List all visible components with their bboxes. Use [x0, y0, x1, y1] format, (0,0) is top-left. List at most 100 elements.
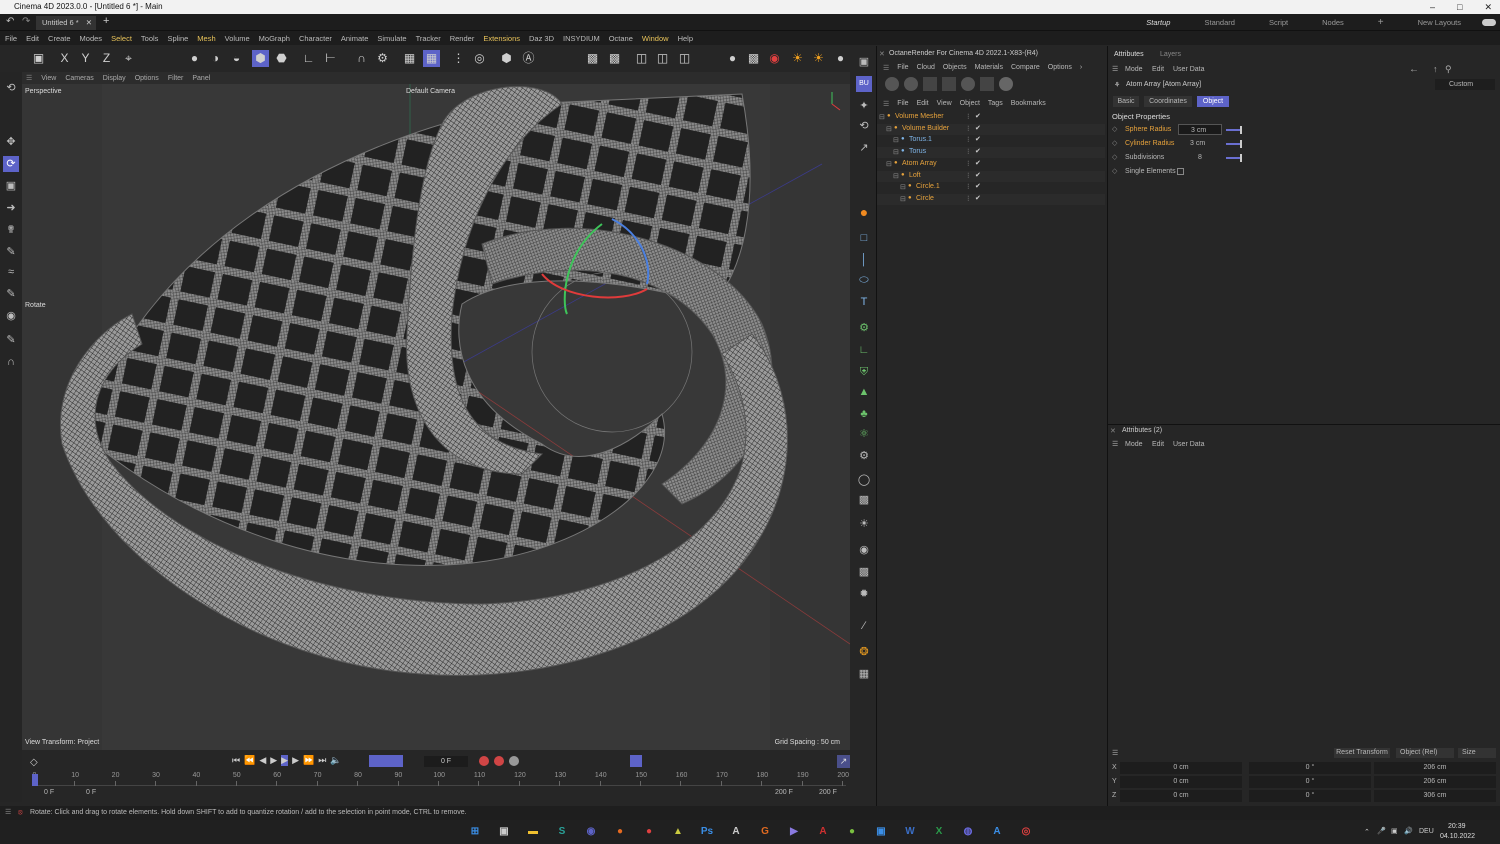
octane-hamburger-icon[interactable]: ☰: [883, 64, 889, 72]
hair-icon[interactable]: ❂: [856, 644, 872, 660]
bu-icon[interactable]: BU: [856, 76, 872, 92]
excel-icon[interactable]: X: [930, 824, 948, 840]
target-icon[interactable]: ◎: [471, 50, 488, 67]
spline-pen-icon[interactable]: ✎: [3, 244, 19, 260]
visibility-dots-icon[interactable]: ⁝: [967, 135, 970, 144]
clock-date[interactable]: 04.10.2022: [1440, 833, 1475, 840]
previous-key-icon[interactable]: ⏪: [244, 755, 255, 766]
discord-icon[interactable]: ◍: [959, 824, 977, 840]
object-row[interactable]: ⊟ ● Torus.1 ⁝ ✔: [877, 135, 1105, 146]
coords-hamburger-icon[interactable]: ☰: [1112, 749, 1118, 757]
slider-handle[interactable]: [1240, 154, 1242, 162]
magnet-tool-icon[interactable]: ∩: [3, 354, 19, 370]
app2-icon[interactable]: A: [727, 824, 745, 840]
chrome-icon[interactable]: ●: [640, 824, 658, 840]
visibility-dots-icon[interactable]: ⁝: [967, 171, 970, 180]
sun2-icon[interactable]: ☀: [810, 50, 827, 67]
coord-rotation-field[interactable]: 0 °: [1249, 776, 1371, 788]
octane-menu-objects[interactable]: Objects: [943, 64, 967, 72]
attr2-menu-userdata[interactable]: User Data: [1173, 441, 1205, 448]
play-forward-icon[interactable]: ▶: [281, 755, 289, 766]
light-icon[interactable]: ☀: [856, 516, 872, 532]
a-icon[interactable]: Ⓐ: [520, 50, 537, 67]
tab-layers[interactable]: Layers: [1160, 51, 1181, 58]
live-selection-icon[interactable]: ⟲: [3, 80, 19, 96]
xpresso-icon[interactable]: ✦: [856, 98, 872, 114]
acrobat-icon[interactable]: A: [814, 824, 832, 840]
octane-menu-file[interactable]: File: [897, 64, 908, 72]
sketch-icon[interactable]: ≈: [3, 264, 19, 280]
document-tab[interactable]: Untitled 6 * ✕: [36, 16, 96, 30]
text-icon[interactable]: T: [856, 294, 872, 310]
menu-edit[interactable]: Edit: [26, 34, 39, 43]
sound-icon[interactable]: 🔈: [330, 755, 341, 766]
rotate-scene-icon[interactable]: ⟲: [856, 118, 872, 134]
gear-icon[interactable]: ⚙: [856, 448, 872, 464]
menu-tracker[interactable]: Tracker: [416, 34, 441, 43]
volume-icon[interactable]: 🔊: [1404, 827, 1413, 835]
object-menu-bookmarks[interactable]: Bookmarks: [1011, 100, 1046, 108]
object-row[interactable]: ⊟ ● Circle.1 ⁝ ✔: [877, 182, 1105, 193]
visibility-dots-icon[interactable]: ⁝: [967, 147, 970, 156]
menu-octane[interactable]: Octane: [609, 34, 633, 43]
vp-menu-panel[interactable]: Panel: [192, 75, 210, 82]
model-mode-icon[interactable]: ▣: [30, 50, 47, 67]
octane-menu-more-icon[interactable]: ›: [1080, 64, 1082, 72]
dots-icon[interactable]: ⋮: [450, 50, 467, 67]
enabled-check-icon[interactable]: ✔: [975, 159, 981, 167]
visibility-dots-icon[interactable]: ⁝: [967, 194, 970, 203]
property-anim-icon[interactable]: ◇: [1112, 139, 1117, 147]
knife-icon[interactable]: ✟: [3, 222, 19, 238]
back-arrow-icon[interactable]: ←: [1409, 64, 1419, 75]
cone-icon[interactable]: ▲: [856, 384, 872, 400]
vp-menu-display[interactable]: Display: [103, 75, 126, 82]
menu-volume[interactable]: Volume: [225, 34, 250, 43]
tray-arrow-icon[interactable]: ⌃: [1364, 828, 1370, 836]
menu-spline[interactable]: Spline: [167, 34, 188, 43]
octane-sphere-icon[interactable]: [999, 77, 1013, 91]
minimize-icon[interactable]: –: [1430, 0, 1435, 14]
subtab-coordinates[interactable]: Coordinates: [1144, 96, 1192, 107]
language-indicator[interactable]: DEU: [1419, 828, 1434, 835]
object-row[interactable]: ⊟ ● Atom Array ⁝ ✔: [877, 159, 1105, 170]
object-row[interactable]: ⊟ ● Volume Builder ⁝ ✔: [877, 123, 1105, 135]
coord-rotation-field[interactable]: 0 °: [1249, 762, 1371, 774]
scale-scene-icon[interactable]: ↗: [856, 140, 872, 156]
object-menu-tags[interactable]: Tags: [988, 100, 1003, 108]
property-value-field[interactable]: 8: [1178, 152, 1222, 163]
octane-settings-icon[interactable]: [885, 77, 899, 91]
ruler-icon[interactable]: ∕: [856, 618, 872, 634]
go-to-start-icon[interactable]: ⏮: [232, 755, 240, 766]
spline-line-icon[interactable]: │: [856, 252, 872, 268]
previous-frame-icon[interactable]: ◀: [259, 755, 266, 766]
menu-help[interactable]: Help: [678, 34, 693, 43]
menu-mesh[interactable]: Mesh: [197, 34, 215, 43]
coords-size-dropdown[interactable]: Size: [1458, 748, 1496, 758]
expand-icon[interactable]: ⊟: [886, 160, 892, 168]
new-tab-icon[interactable]: +: [103, 15, 109, 27]
app-icon[interactable]: ▲: [669, 824, 687, 840]
app8-icon[interactable]: ◎: [1017, 824, 1035, 840]
menu-extensions[interactable]: Extensions: [483, 34, 520, 43]
generator-icon[interactable]: ⚙: [856, 320, 872, 336]
expand-icon[interactable]: ⊟: [900, 195, 906, 203]
object-row[interactable]: ⊟ ● Volume Mesher ⁝ ✔: [877, 112, 1105, 123]
x-axis-icon[interactable]: X: [56, 50, 73, 67]
viewport-hamburger-icon[interactable]: ☰: [26, 74, 32, 82]
attr2-close-icon[interactable]: ✕: [1110, 427, 1116, 435]
layout-standard[interactable]: Standard: [1204, 18, 1234, 27]
enable-axis-icon[interactable]: ⚙: [374, 50, 391, 67]
expand-icon[interactable]: ⊟: [893, 172, 899, 180]
render-settings-icon[interactable]: ▩: [856, 564, 872, 580]
coords-mode-dropdown[interactable]: Object (Rel): [1396, 748, 1454, 758]
render-view-icon[interactable]: ▩: [584, 50, 601, 67]
enabled-check-icon[interactable]: ✔: [975, 112, 981, 120]
property-anim-icon[interactable]: ◇: [1112, 153, 1117, 161]
bend-icon[interactable]: ∟: [856, 342, 872, 358]
octane-close-icon[interactable]: ✕: [879, 50, 885, 58]
word-icon[interactable]: W: [901, 824, 919, 840]
menu-modes[interactable]: Modes: [80, 34, 103, 43]
reset-transform-button[interactable]: Reset Transform: [1334, 748, 1390, 758]
layout-script[interactable]: Script: [1269, 18, 1288, 27]
menu-simulate[interactable]: Simulate: [377, 34, 406, 43]
